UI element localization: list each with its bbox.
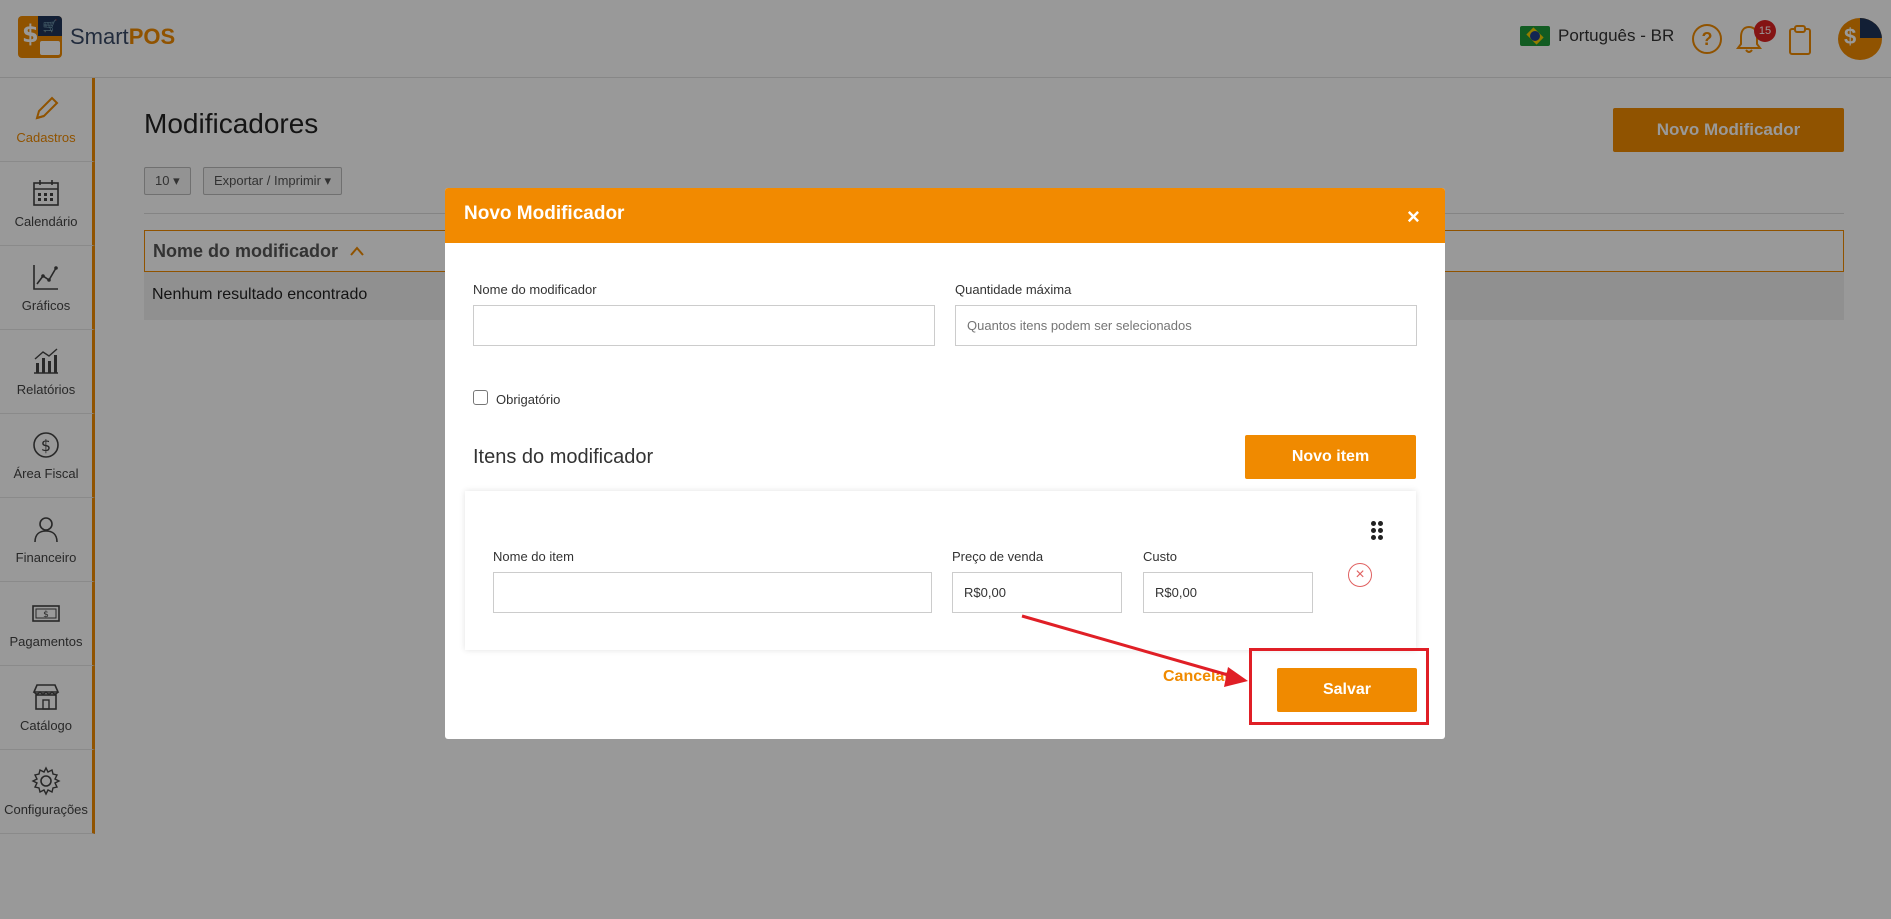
item-name-label: Nome do item <box>493 549 574 564</box>
item-name-input[interactable] <box>493 572 932 613</box>
modifier-name-input[interactable] <box>473 305 935 346</box>
modal-title: Novo Modificador <box>464 203 625 224</box>
max-quantity-input[interactable] <box>955 305 1417 346</box>
items-section-title: Itens do modificador <box>473 446 654 468</box>
modal-header: Novo Modificador × <box>445 188 1445 243</box>
close-icon[interactable]: × <box>1407 204 1420 230</box>
modifier-item-card: Nome do item Preço de venda Custo × <box>465 491 1416 650</box>
new-item-button[interactable]: Novo item <box>1245 435 1416 479</box>
drag-handle-icon[interactable] <box>1371 521 1387 541</box>
max-quantity-label: Quantidade máxima <box>955 282 1072 297</box>
required-label: Obrigatório <box>496 392 561 407</box>
sale-price-label: Preço de venda <box>952 549 1044 564</box>
cost-input[interactable] <box>1143 572 1313 613</box>
remove-item-icon[interactable]: × <box>1348 563 1372 587</box>
modifier-name-label: Nome do modificador <box>473 282 597 297</box>
annotation-highlight-box <box>1249 648 1429 725</box>
cancel-button[interactable]: Cancelar <box>1163 668 1231 686</box>
sale-price-input[interactable] <box>952 572 1122 613</box>
cost-label: Custo <box>1143 549 1177 564</box>
required-checkbox[interactable] <box>473 390 488 405</box>
